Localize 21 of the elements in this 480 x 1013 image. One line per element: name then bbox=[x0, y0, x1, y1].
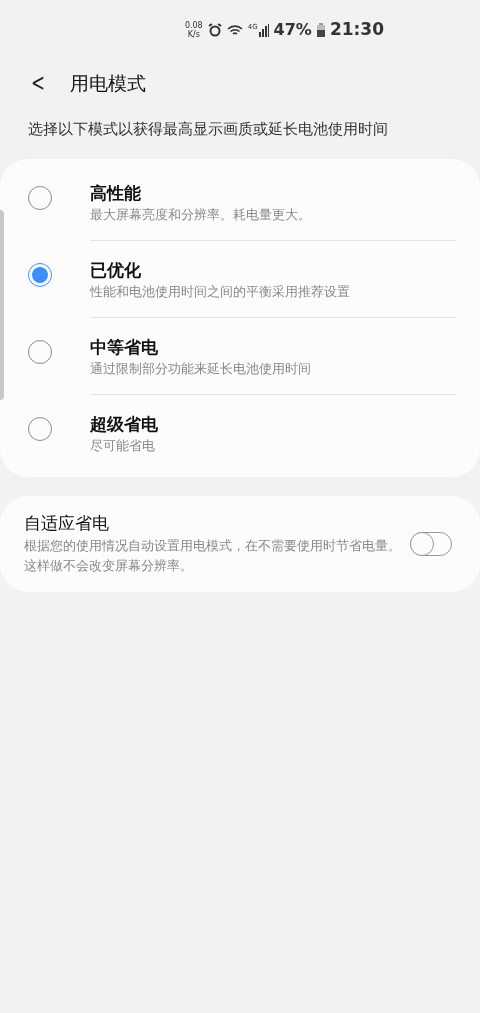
battery-icon bbox=[316, 23, 325, 37]
mode-description: 最大屏幕亮度和分辨率。耗电量更大。 bbox=[90, 205, 312, 224]
alarm-icon bbox=[207, 23, 222, 37]
page-title: 用电模式 bbox=[70, 70, 147, 96]
subtitle: 选择以下模式以获得最高显示画质或延长电池使用时间 bbox=[28, 119, 389, 140]
battery-percent: 47% bbox=[273, 19, 312, 41]
back-button[interactable]: < bbox=[31, 71, 46, 95]
mode-title: 已优化 bbox=[90, 258, 142, 281]
mode-title: 高性能 bbox=[90, 181, 142, 204]
toggle-switch[interactable] bbox=[410, 531, 452, 556]
mode-description: 通过限制部分功能来延长电池使用时间 bbox=[90, 359, 312, 378]
signal-icon bbox=[258, 23, 269, 37]
mode-description: 尽可能省电 bbox=[90, 436, 156, 455]
setting-title: 自适应省电 bbox=[24, 511, 110, 535]
mode-title: 超级省电 bbox=[90, 412, 159, 435]
network-speed: 0.08 K/s bbox=[184, 21, 203, 39]
setting-description: 根据您的使用情况自动设置用电模式，在不需要使用时节省电量。这样做不会改变屏幕分辨率。 bbox=[24, 537, 402, 576]
mode-description: 性能和电池使用时间之间的平衡采用推荐设置 bbox=[90, 282, 351, 301]
mode-title: 中等省电 bbox=[90, 335, 159, 358]
wifi-icon bbox=[226, 23, 243, 37]
clock: 21:30 bbox=[329, 18, 384, 42]
